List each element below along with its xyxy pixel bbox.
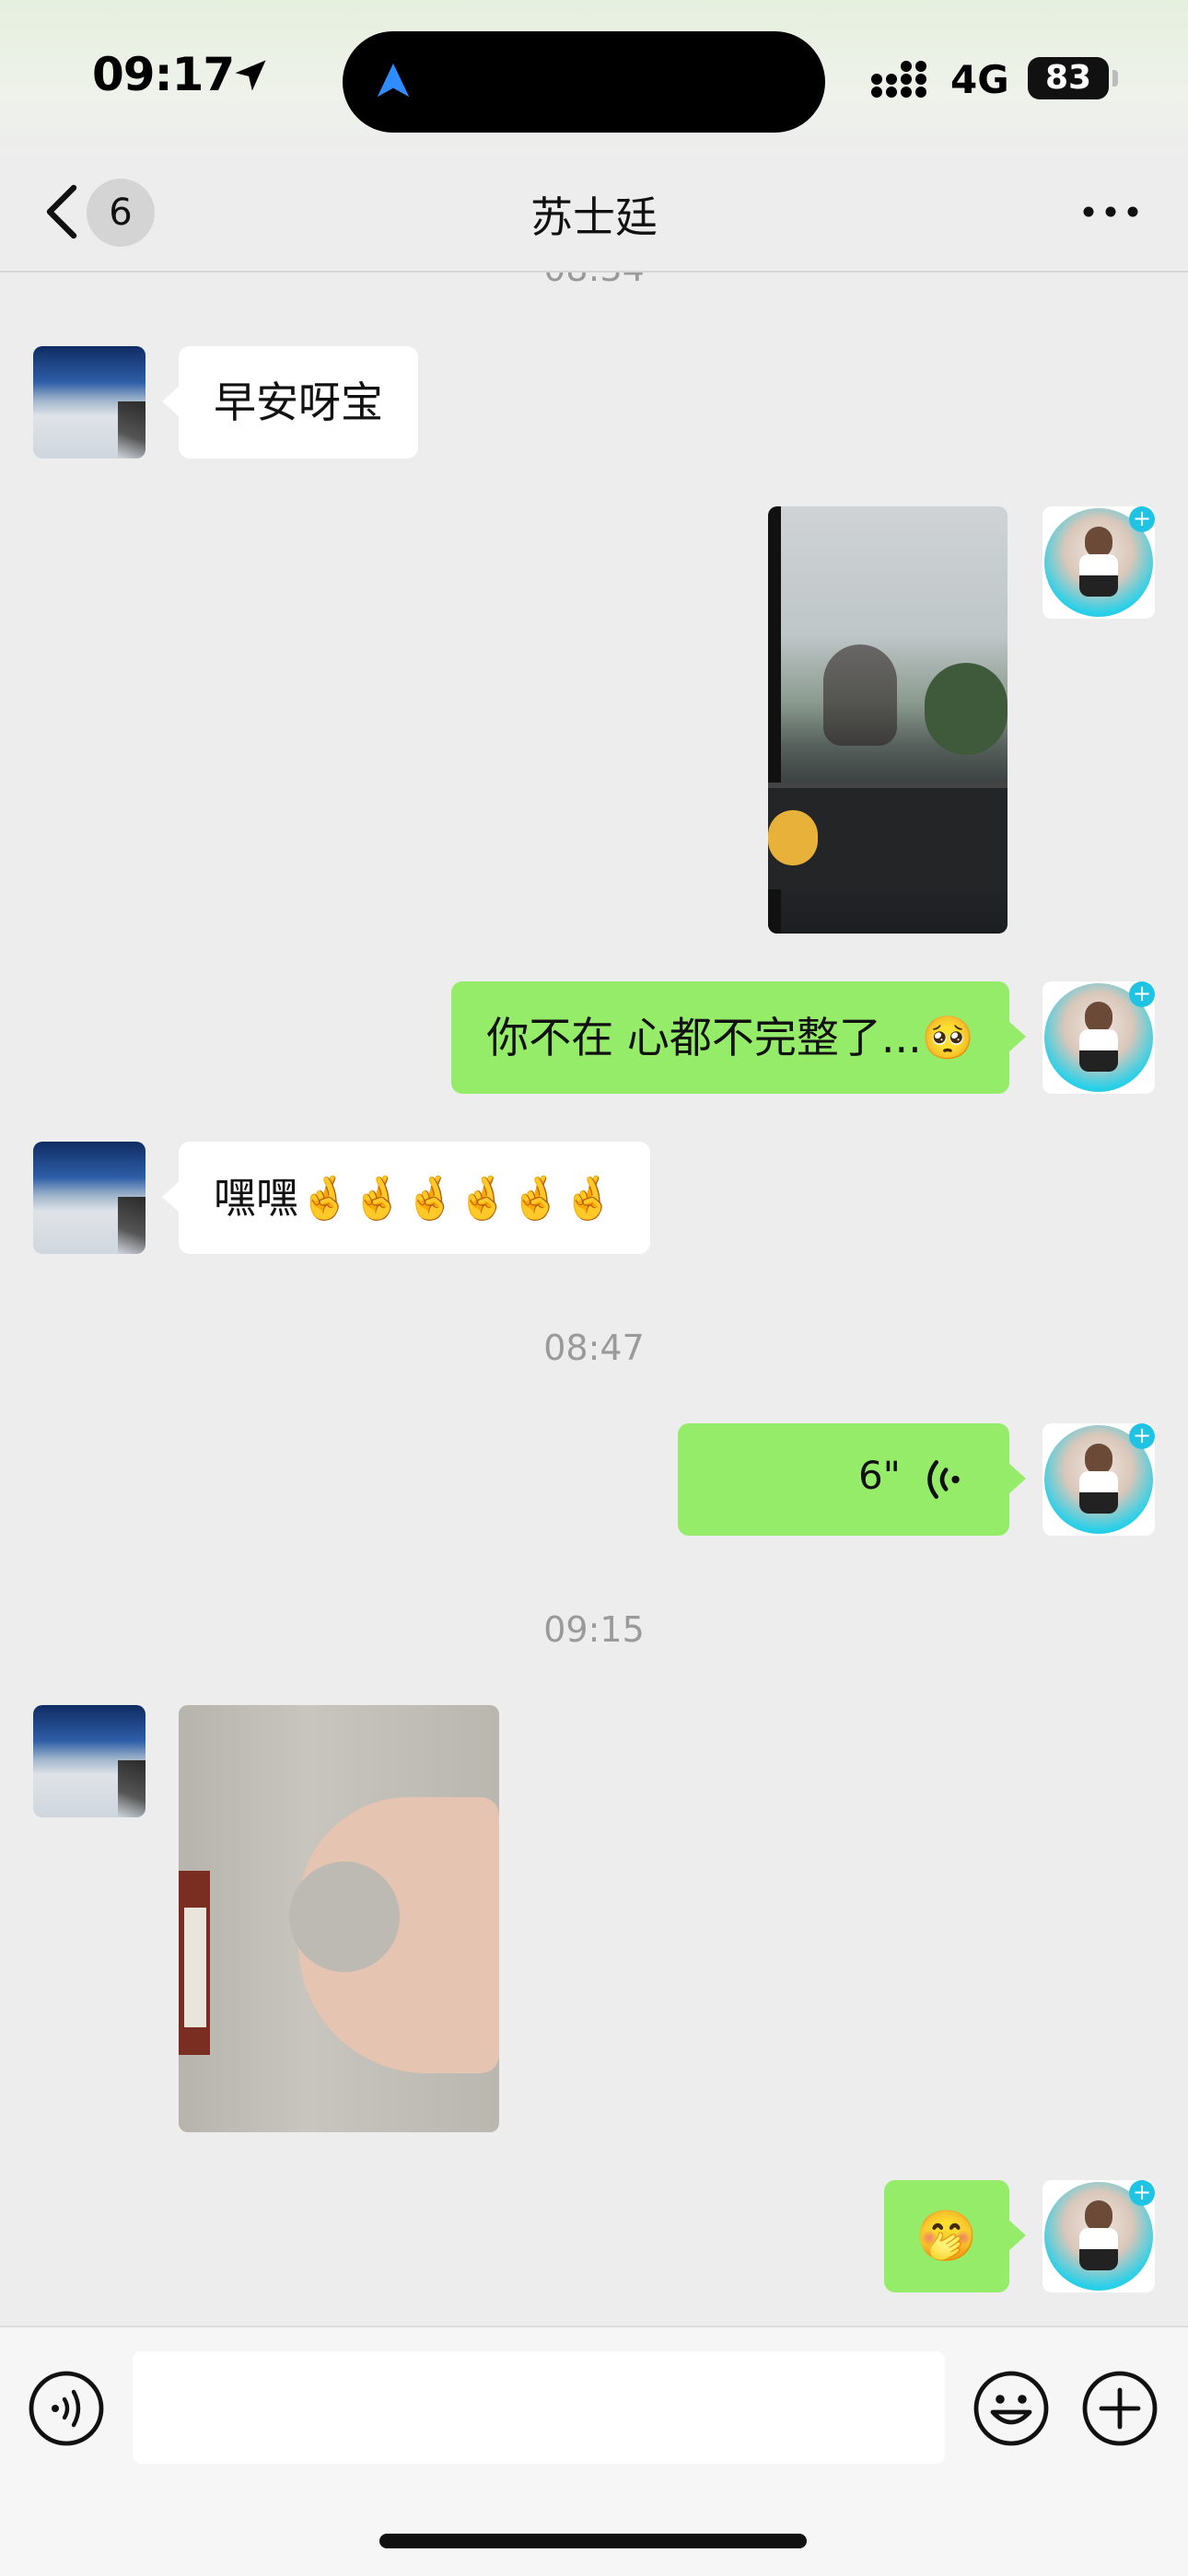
signal-icon [871, 61, 926, 98]
contact-avatar[interactable] [33, 1705, 146, 1817]
my-avatar[interactable]: + [1042, 1423, 1155, 1536]
timestamp: 08:34 [0, 273, 1188, 289]
my-avatar[interactable]: + [1042, 2180, 1155, 2292]
plus-icon[interactable] [1081, 2370, 1159, 2447]
timestamp: 09:15 [543, 1609, 645, 1650]
status-time: 09:17 [92, 48, 235, 101]
message-bubble-incoming[interactable]: 早安呀宝 [162, 346, 418, 458]
photo-door-label [184, 1908, 206, 2027]
photo-hand-silhouette [823, 644, 897, 746]
battery-tip [1112, 70, 1118, 87]
timestamp: 08:47 [543, 1328, 645, 1368]
voice-wave-icon [927, 1459, 960, 1500]
image-message-hand[interactable] [179, 1705, 499, 2132]
image-message-car[interactable] [768, 506, 1007, 934]
more-dots-icon[interactable] [1079, 203, 1142, 221]
voice-toggle-icon[interactable] [28, 2370, 105, 2447]
chat-title: 苏士廷 [530, 192, 658, 242]
contact-avatar[interactable] [33, 346, 146, 458]
status-bar: 09:17 4G 83 [0, 0, 1188, 157]
message-input[interactable] [133, 2351, 945, 2464]
message-bubble-incoming[interactable]: 嘿嘿🤞🤞🤞🤞🤞🤞 [162, 1142, 650, 1254]
network-type: 4G [950, 57, 1009, 102]
voice-message-bubble[interactable]: 6" [678, 1423, 1026, 1536]
photo-flowers [768, 810, 818, 865]
my-avatar[interactable]: + [1042, 981, 1155, 1094]
home-indicator[interactable] [379, 2534, 807, 2548]
dynamic-island [343, 31, 825, 133]
chat-header: 6 苏士廷 [0, 157, 1188, 273]
my-avatar[interactable]: + [1042, 506, 1155, 619]
location-arrow-icon [235, 60, 266, 91]
emoji-icon[interactable] [973, 2370, 1050, 2447]
photo-hand-gap [289, 1862, 400, 1972]
voice-duration: 6" [857, 1453, 901, 1498]
message-bubble-outgoing[interactable]: 你不在 心都不完整了...🥺 [451, 981, 1026, 1094]
battery-level: 83 [1044, 59, 1092, 97]
message-list[interactable]: 08:34 早安呀宝 + 你不在 心都不完整了...🥺 + 嘿嘿🤞🤞🤞🤞🤞🤞 0… [0, 273, 1188, 2326]
emoji-message-bubble[interactable]: 🤭 [884, 2180, 1026, 2292]
photo-trees [925, 663, 1007, 755]
battery-icon: 83 [1028, 57, 1109, 99]
navigation-icon [377, 63, 410, 98]
contact-avatar[interactable] [33, 1142, 146, 1254]
